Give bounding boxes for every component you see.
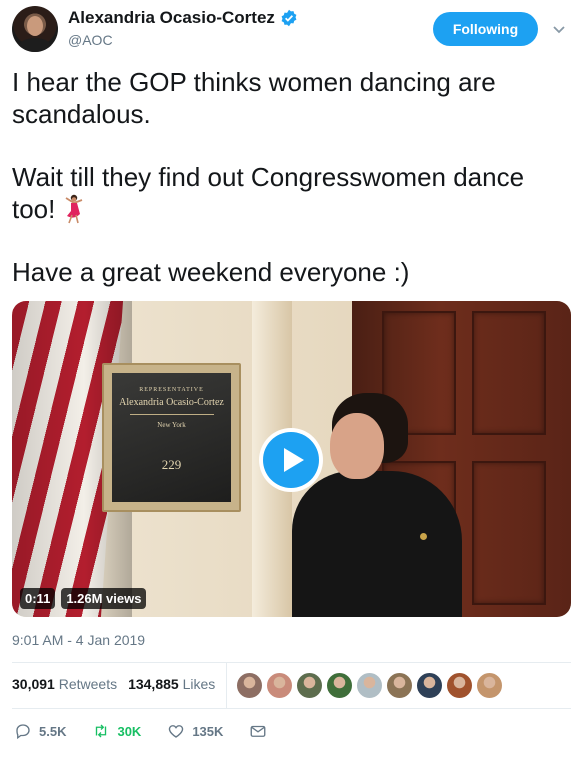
- verified-badge-icon: [280, 9, 298, 27]
- divider: [12, 708, 571, 709]
- reply-count: 5.5K: [39, 723, 67, 739]
- liker-avatar[interactable]: [236, 672, 263, 699]
- tweet-actions: 5.5K 30K 135K: [14, 722, 293, 740]
- liker-avatar[interactable]: [446, 672, 473, 699]
- chevron-down-icon[interactable]: [552, 22, 566, 36]
- following-button[interactable]: Following: [433, 12, 538, 46]
- retweet-count: 30K: [117, 723, 142, 739]
- like-count: 135K: [192, 723, 224, 739]
- direct-message-button[interactable]: [249, 722, 267, 740]
- tweet-paragraph: Have a great weekend everyone :): [12, 257, 410, 287]
- video-badges: 0:11 1.26M views: [20, 588, 147, 609]
- video-views: 1.26M views: [61, 588, 147, 609]
- nameplate-name: Alexandria Ocasio-Cortez: [119, 397, 224, 408]
- author-handle[interactable]: @AOC: [68, 32, 298, 48]
- likes-label: Likes: [182, 676, 216, 692]
- retweets-label: Retweets: [58, 676, 118, 692]
- author-name-row: Alexandria Ocasio-Cortez: [68, 8, 298, 28]
- liker-avatars: [236, 672, 503, 699]
- play-button[interactable]: [259, 428, 323, 492]
- heart-icon: [169, 725, 184, 738]
- avatar-face: [27, 16, 43, 36]
- nameplate-state: New York: [157, 421, 186, 429]
- liker-avatar[interactable]: [356, 672, 383, 699]
- reply-icon: [16, 724, 30, 740]
- retweet-button[interactable]: 30K: [92, 722, 141, 740]
- nameplate-title: REPRESENTATIVE: [139, 387, 204, 393]
- likes-stat[interactable]: 134,885 Likes: [128, 676, 215, 692]
- tweet-paragraph: Wait till they find out Congresswomen da…: [12, 161, 568, 225]
- retweet-icon: [96, 724, 107, 738]
- author-avatar[interactable]: [12, 6, 58, 52]
- retweets-stat[interactable]: 30,091 Retweets: [12, 676, 117, 692]
- liker-avatar[interactable]: [386, 672, 413, 699]
- office-nameplate: REPRESENTATIVE Alexandria Ocasio-Cortez …: [102, 363, 241, 512]
- tweet-timestamp[interactable]: 9:01 AM - 4 Jan 2019: [12, 632, 145, 648]
- video-player[interactable]: REPRESENTATIVE Alexandria Ocasio-Cortez …: [12, 301, 571, 617]
- dancer-emoji-icon: [61, 194, 87, 224]
- author-info: Alexandria Ocasio-Cortez @AOC: [68, 8, 298, 48]
- tweet-card: Alexandria Ocasio-Cortez @AOC Following …: [0, 0, 583, 781]
- stats-separator: [226, 662, 227, 708]
- tweet-text: I hear the GOP thinks women dancing are …: [12, 66, 568, 288]
- like-button[interactable]: 135K: [167, 722, 223, 740]
- avatar-shoulders: [18, 38, 52, 52]
- liker-avatar[interactable]: [416, 672, 443, 699]
- tweet-paragraph: I hear the GOP thinks women dancing are …: [12, 67, 496, 129]
- liker-avatar[interactable]: [296, 672, 323, 699]
- tweet-stats: 30,091 Retweets 134,885 Likes: [12, 676, 215, 692]
- divider: [12, 662, 571, 663]
- liker-avatar[interactable]: [266, 672, 293, 699]
- reply-button[interactable]: 5.5K: [14, 722, 66, 740]
- retweets-count: 30,091: [12, 676, 55, 692]
- video-person: [292, 393, 462, 617]
- video-duration: 0:11: [20, 588, 56, 609]
- likes-count: 134,885: [128, 676, 179, 692]
- envelope-icon: [250, 725, 266, 737]
- author-display-name[interactable]: Alexandria Ocasio-Cortez: [68, 8, 275, 28]
- liker-avatar[interactable]: [326, 672, 353, 699]
- nameplate-room: 229: [161, 457, 182, 472]
- play-icon: [284, 448, 304, 472]
- tweet-paragraph-text: Wait till they find out Congresswomen da…: [12, 162, 525, 224]
- liker-avatar[interactable]: [476, 672, 503, 699]
